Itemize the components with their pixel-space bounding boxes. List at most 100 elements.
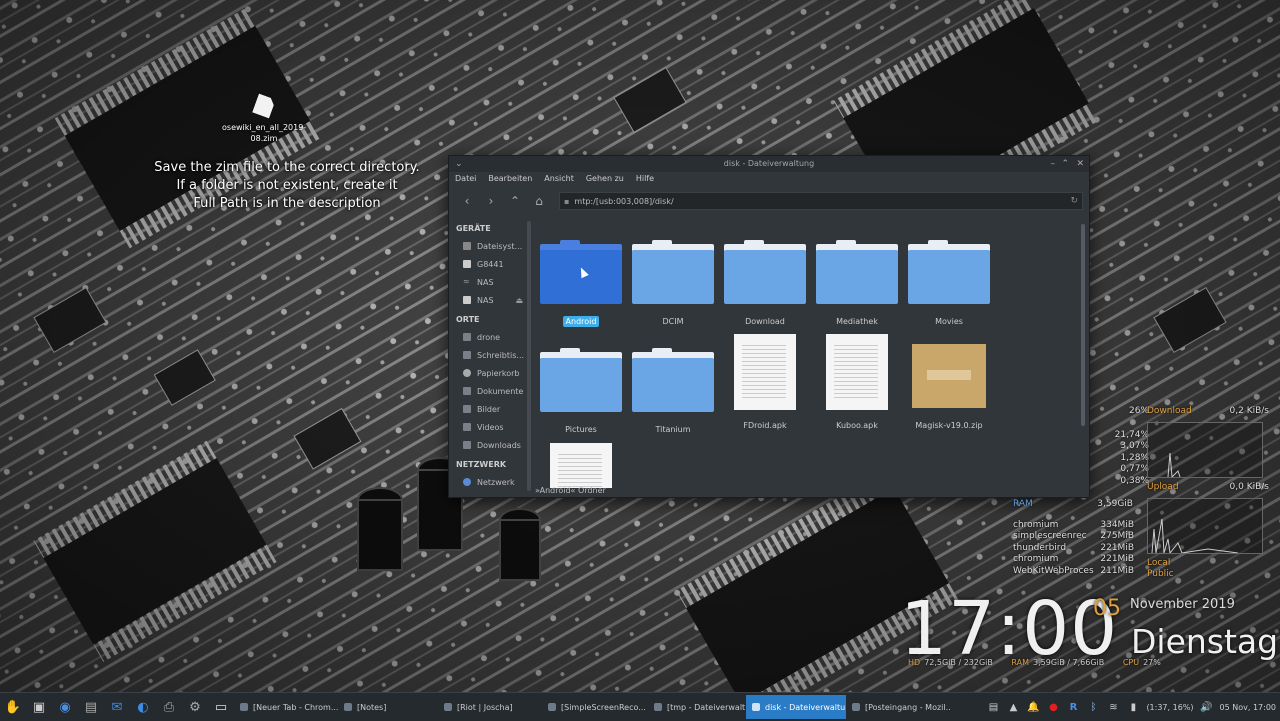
address-bar[interactable]: ▪ mtp:/[usb:003,008]/disk/ ↻	[559, 192, 1083, 210]
task-label: [Riot | Joscha]	[457, 702, 513, 712]
home-button[interactable]: ⌂	[529, 191, 549, 211]
close-icon[interactable]: ✕	[1076, 156, 1084, 172]
sidebar-item-label: drone	[477, 332, 501, 342]
folder-task-icon	[654, 703, 662, 711]
task-thunderbird[interactable]: [Posteingang - Mozil...	[846, 695, 950, 719]
riot-task-icon	[444, 703, 452, 711]
sidebar-item-pictures[interactable]: Bilder	[449, 400, 527, 418]
sidebar-item-label: NAS	[477, 295, 494, 305]
taskbar: ✋ ▣ ◉ ▤ ✉ ◐ ⎙ ⚙ ▭ [Neuer Tab - Chrom... …	[0, 692, 1280, 721]
sidebar-item-home[interactable]: drone	[449, 328, 527, 346]
desktop-file-icon[interactable]: osewiki_en_all_2019-08.zim	[222, 96, 306, 144]
r-app-icon[interactable]: R	[1066, 700, 1080, 714]
file-item-kuboo-apk[interactable]: Kuboo.apk	[811, 334, 903, 431]
sidebar-item-trash[interactable]: Papierkorb	[449, 364, 527, 382]
sidebar-item-label: Downloads	[477, 440, 521, 450]
task-label: [tmp - Dateiverwalt...	[667, 702, 746, 712]
file-item-pictures[interactable]: Pictures	[535, 344, 627, 435]
volume-icon[interactable]: 🔊	[1200, 700, 1214, 714]
battery-icon[interactable]: ▮	[1126, 700, 1140, 714]
desktop-folder-icon	[463, 351, 471, 359]
sidebar-item-desktop[interactable]: Schreibtis...	[449, 346, 527, 364]
browser-launcher[interactable]: ◉	[52, 694, 78, 720]
file-name: Mediathek	[836, 317, 878, 326]
window-icon: ▭	[214, 699, 228, 715]
cpu-process-list: 21,74% 3,07% 1,28% 0,77% 0,38%	[1073, 430, 1149, 487]
sidebar-item-videos[interactable]: Videos	[449, 418, 527, 436]
file-item-movies[interactable]: Movies	[903, 236, 995, 327]
task-notes[interactable]: [Notes]	[338, 695, 438, 719]
back-button[interactable]: ‹	[457, 191, 477, 211]
menu-gehen-zu[interactable]: Gehen zu	[586, 172, 624, 186]
file-item-dcim[interactable]: DCIM	[627, 236, 719, 327]
menu-ansicht[interactable]: Ansicht	[544, 172, 574, 186]
file-item-partial[interactable]	[535, 443, 627, 488]
task-tmp-files[interactable]: [tmp - Dateiverwalt...	[648, 695, 746, 719]
bluetooth-icon[interactable]: ᛒ	[1086, 700, 1100, 714]
wifi-icon[interactable]: ≋	[1106, 700, 1120, 714]
cpu-value: 0,38%	[1120, 475, 1149, 486]
menu-datei[interactable]: Datei	[455, 172, 476, 186]
minimize-icon[interactable]: –	[1051, 156, 1056, 172]
file-name: Android	[562, 316, 600, 327]
sidebar-item-downloads[interactable]: Downloads	[449, 436, 527, 454]
chevron-up-icon: ⌃	[509, 194, 521, 208]
maximize-icon[interactable]: ⌃	[1061, 156, 1069, 172]
eject-icon[interactable]: ⏏	[516, 296, 524, 305]
folder-icon	[816, 240, 898, 304]
clipboard-icon[interactable]: ▤	[986, 700, 1000, 714]
file-manager-icon: ▤	[84, 699, 98, 715]
terminal-launcher[interactable]: ▣	[26, 694, 52, 720]
file-item-titanium[interactable]: Titanium	[627, 344, 719, 435]
window-titlebar[interactable]: ⌄ disk - Dateiverwaltung – ⌃ ✕	[449, 156, 1089, 172]
sidebar-item-nas-1[interactable]: ≈ NAS	[449, 273, 527, 291]
task-riot[interactable]: [Riot | Joscha]	[438, 695, 542, 719]
taskbar-clock[interactable]: 05 Nov, 17:00	[1220, 703, 1276, 712]
task-disk-files[interactable]: disk - Dateiverwaltu...	[746, 695, 846, 719]
file-grid-scrollbar[interactable]	[1081, 224, 1085, 426]
mail-launcher[interactable]: ✉	[104, 694, 130, 720]
files-launcher[interactable]: ▤	[78, 694, 104, 720]
folder-icon	[724, 240, 806, 304]
task-chromium[interactable]: [Neuer Tab - Chrom...	[234, 695, 338, 719]
file-item-fdroid-apk[interactable]: FDroid.apk	[719, 334, 811, 431]
reload-icon[interactable]: ↻	[1070, 196, 1078, 206]
folder-icon	[908, 240, 990, 304]
sidebar-item-documents[interactable]: Dokumente	[449, 382, 527, 400]
cpu-total: 26%	[1128, 406, 1149, 416]
file-item-android[interactable]: Android	[535, 236, 627, 327]
record-icon[interactable]: ●	[1046, 700, 1060, 714]
upload-graph-svg	[1151, 518, 1239, 555]
sidebar-item-network[interactable]: Netzwerk	[449, 473, 527, 491]
settings-launcher[interactable]: ⚙	[182, 694, 208, 720]
network-launcher[interactable]: ◐	[130, 694, 156, 720]
file-name: Movies	[935, 317, 963, 326]
sidebar-item-filesystem[interactable]: Dateisyst...	[449, 237, 527, 255]
notification-icon[interactable]: 🔔	[1026, 700, 1040, 714]
window-launcher[interactable]: ▭	[208, 694, 234, 720]
sidebar-scrollbar[interactable]	[527, 221, 531, 491]
printer-icon: ⎙	[163, 699, 175, 715]
clock-day: 05	[1093, 596, 1121, 621]
printer-launcher[interactable]: ⎙	[156, 694, 182, 720]
task-simplescreenrecorder[interactable]: [SimpleScreenReco...	[542, 695, 648, 719]
sidebar-item-phone[interactable]: G8441	[449, 255, 527, 273]
update-icon[interactable]: ▲	[1006, 700, 1020, 714]
ram-label: RAM	[1013, 499, 1033, 509]
sidebar-item-label: G8441	[477, 259, 504, 269]
window-title: disk - Dateiverwaltung	[723, 159, 815, 168]
up-button[interactable]: ⌃	[505, 191, 525, 211]
menu-hilfe[interactable]: Hilfe	[636, 172, 654, 186]
file-item-mediathek[interactable]: Mediathek	[811, 236, 903, 327]
menu-bearbeiten[interactable]: Bearbeiten	[488, 172, 532, 186]
file-item-magisk-zip[interactable]: Magisk-v19.0.zip	[903, 334, 995, 431]
videos-folder-icon	[463, 423, 471, 431]
task-label: [Notes]	[357, 702, 387, 712]
forward-button[interactable]: ›	[481, 191, 501, 211]
file-item-download[interactable]: Download	[719, 236, 811, 327]
hd-label: HD	[908, 658, 921, 667]
chromium-icon: ◉	[59, 699, 71, 715]
start-menu-button[interactable]: ✋	[0, 694, 26, 720]
sidebar-item-nas-2[interactable]: NAS ⏏	[449, 291, 527, 309]
window-menu-icon[interactable]: ⌄	[455, 156, 463, 172]
